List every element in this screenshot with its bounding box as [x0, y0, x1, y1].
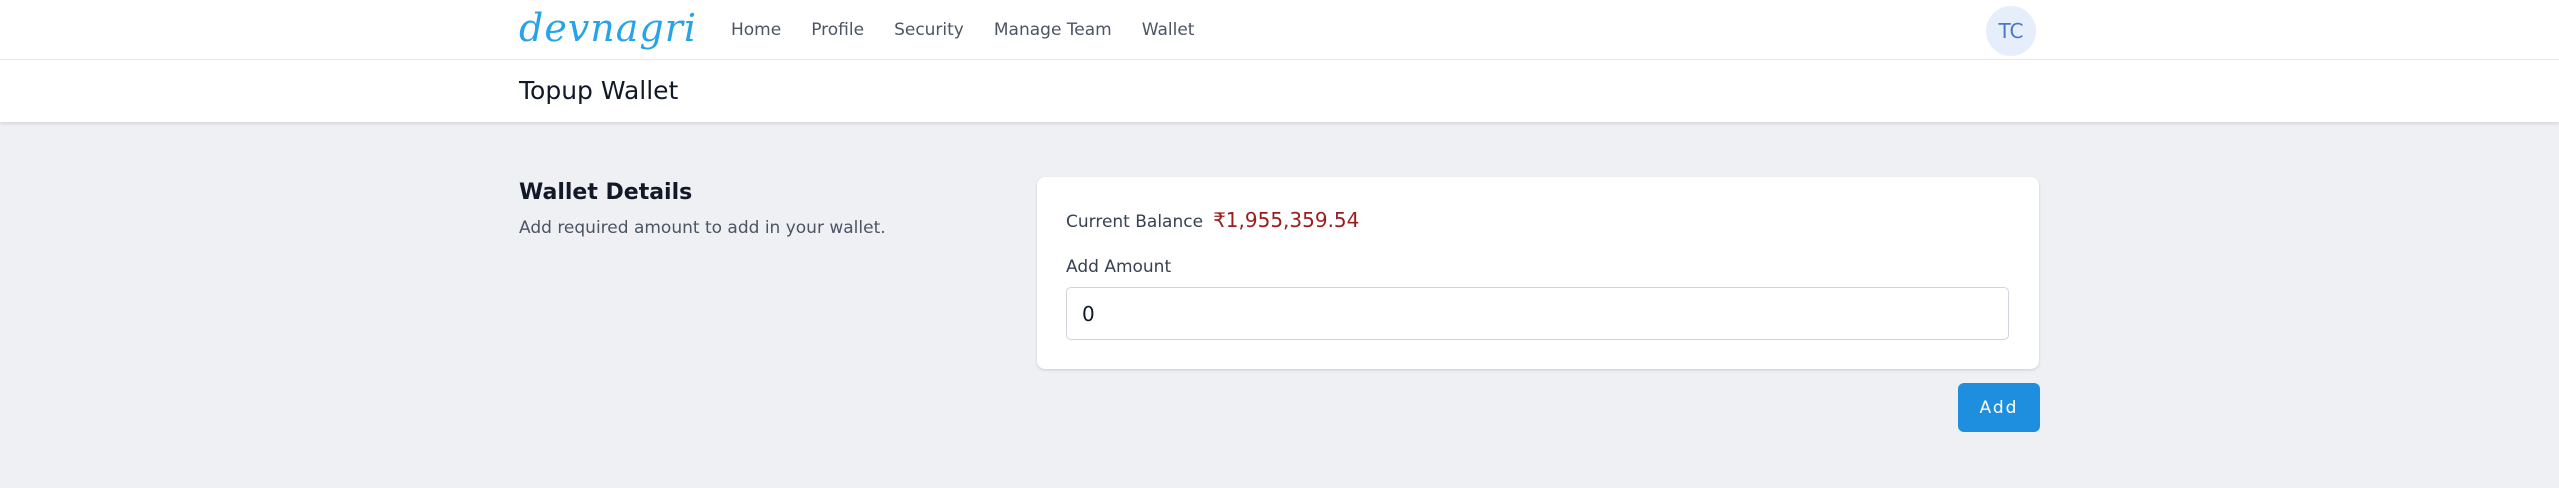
balance-row: Current Balance ₹1,955,359.54: [1066, 208, 1359, 232]
page-title: Topup Wallet: [519, 76, 679, 105]
section-description: Add required amount to add in your walle…: [519, 218, 886, 238]
amount-label: Add Amount: [1066, 257, 1172, 277]
user-avatar[interactable]: TC: [1986, 6, 2036, 56]
navbar-container: devnagri Home Profile Security Manage Te…: [519, 0, 2040, 60]
balance-label: Current Balance: [1066, 212, 1204, 232]
add-button[interactable]: Add: [1958, 383, 2040, 432]
page-header: Topup Wallet: [0, 60, 2559, 122]
nav-link-wallet[interactable]: Wallet: [1142, 20, 1195, 40]
balance-value: ₹1,955,359.54: [1213, 208, 1360, 232]
brand-logo[interactable]: devnagri: [519, 4, 696, 52]
nav-links: Home Profile Security Manage Team Wallet: [731, 0, 1224, 60]
nav-link-security[interactable]: Security: [894, 20, 964, 40]
nav-link-profile[interactable]: Profile: [811, 20, 864, 40]
wallet-card: Current Balance ₹1,955,359.54 Add Amount: [1037, 177, 2039, 369]
top-navbar: devnagri Home Profile Security Manage Te…: [0, 0, 2559, 60]
nav-link-home[interactable]: Home: [731, 20, 781, 40]
brand-logo-text: devnagri: [519, 6, 698, 50]
nav-link-manage-team[interactable]: Manage Team: [994, 20, 1112, 40]
section-title: Wallet Details: [519, 180, 693, 205]
amount-input[interactable]: [1066, 287, 2009, 340]
